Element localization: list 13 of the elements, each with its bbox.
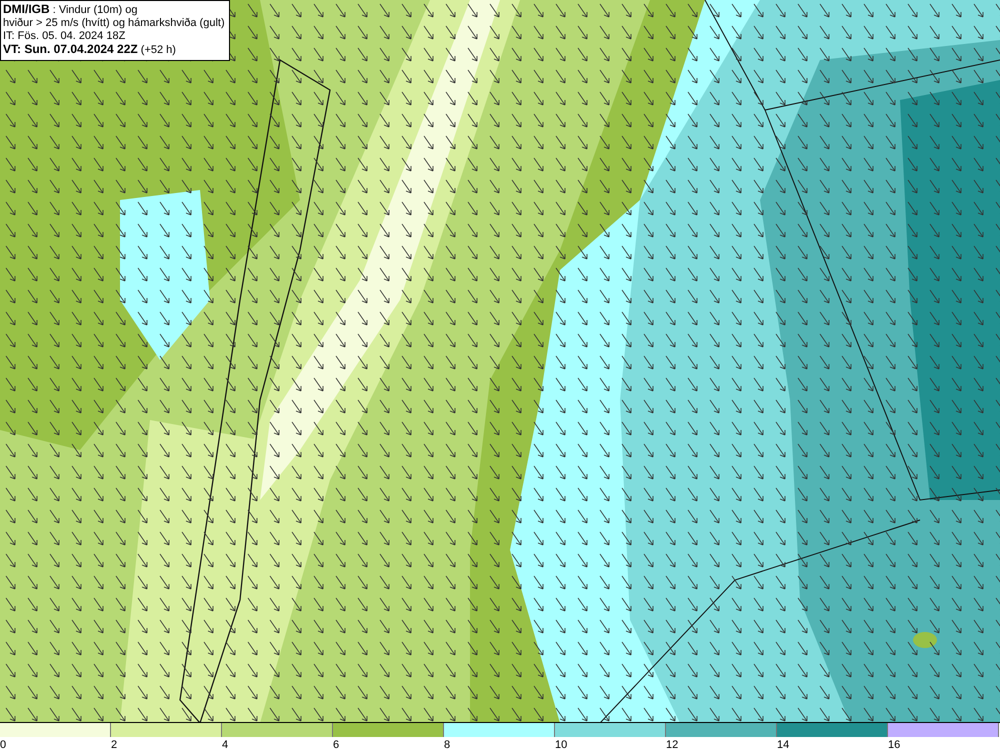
info-line: hviður > 25 m/s (hvítt) og hámarkshviða (gult): [3, 17, 225, 30]
legend-label: 8: [444, 738, 450, 752]
info-line: IT: Fös. 05. 04. 2024 18Z: [3, 30, 126, 43]
info-line: VT: Sun. 07.04.2024 22Z (+52 h): [3, 43, 177, 57]
legend-label: 16: [888, 738, 900, 752]
legend-label: 14: [777, 738, 790, 752]
info-line: DMI/IGB : Vindur (10m) og: [3, 3, 139, 17]
legend-label: 6: [333, 738, 340, 752]
legend-label: 12: [666, 738, 678, 752]
legend-label: 10: [555, 738, 568, 752]
legend-label: 2: [111, 738, 118, 752]
legend-label: 4: [222, 738, 228, 752]
legend-label: 0: [0, 738, 6, 752]
